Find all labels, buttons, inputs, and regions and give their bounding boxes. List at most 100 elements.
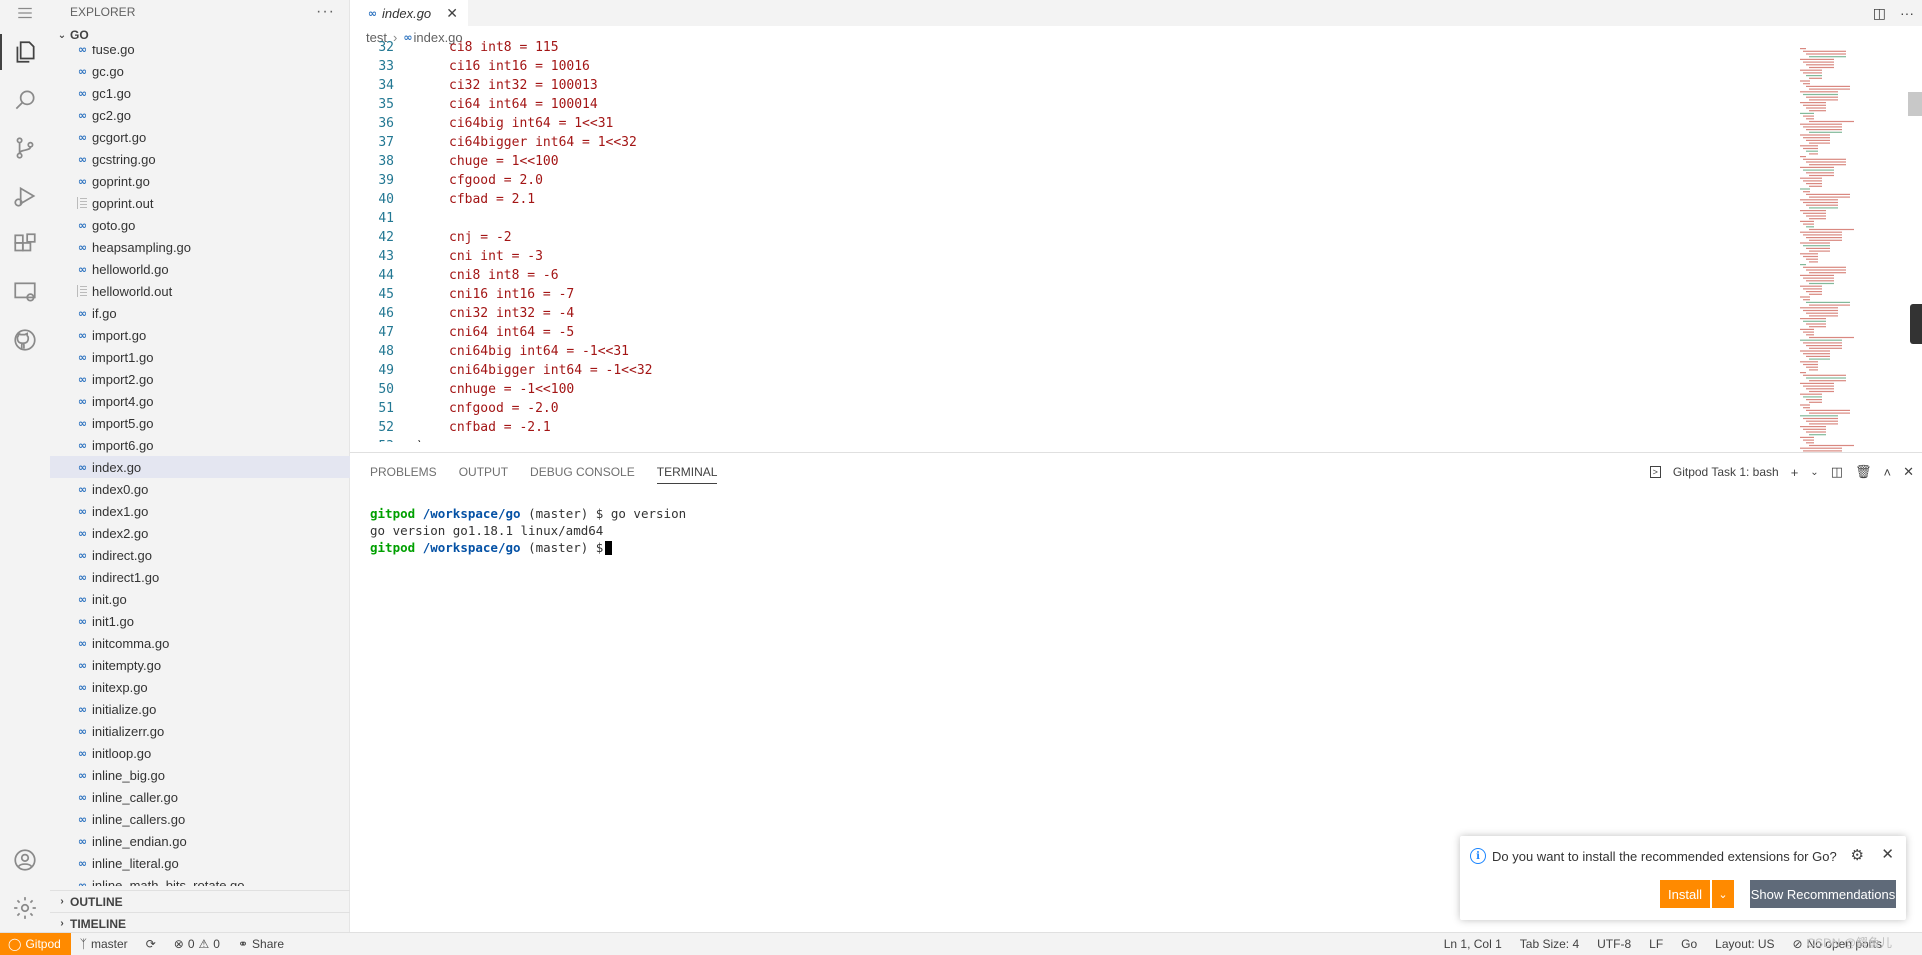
account-icon[interactable] bbox=[0, 836, 50, 884]
file-item[interactable]: ∞ initempty.go bbox=[50, 654, 350, 676]
trash-icon[interactable]: 🗑 bbox=[1855, 464, 1872, 480]
chevron-down-icon[interactable]: ⌄ bbox=[1810, 467, 1818, 478]
file-item[interactable]: ∞ index0.go bbox=[50, 478, 350, 500]
file-item[interactable]: ∞ import5.go bbox=[50, 412, 350, 434]
file-item[interactable]: ∞ gcgort.go bbox=[50, 126, 350, 148]
file-item[interactable]: ∞ initialize.go bbox=[50, 698, 350, 720]
file-item[interactable]: ∞ gc1.go bbox=[50, 82, 350, 104]
settings-gear-icon[interactable] bbox=[0, 884, 50, 932]
file-item[interactable]: ∞ inline_caller.go bbox=[50, 786, 350, 808]
editor-scrollbar[interactable] bbox=[1908, 48, 1922, 452]
close-tab-icon[interactable]: ✕ bbox=[446, 5, 458, 22]
more-actions-icon[interactable]: ··· bbox=[316, 3, 335, 21]
file-item[interactable]: ∞ goto.go bbox=[50, 214, 350, 236]
end-of-line[interactable]: LF bbox=[1640, 937, 1672, 951]
go-file-icon: ∞ bbox=[77, 130, 87, 144]
file-item[interactable]: ∞ gc.go bbox=[50, 60, 350, 82]
timeline-section-header[interactable]: › TIMELINE bbox=[50, 912, 350, 934]
file-item[interactable]: ∞ import4.go bbox=[50, 390, 350, 412]
side-panel-handle[interactable] bbox=[1910, 304, 1922, 344]
terminal[interactable]: gitpod /workspace/go (master) $ go versi… bbox=[370, 505, 686, 556]
file-item[interactable]: ∞ gcstring.go bbox=[50, 148, 350, 170]
go-file-icon: ∞ bbox=[77, 108, 87, 122]
minimap-line bbox=[1809, 174, 1834, 177]
tab-debug-console[interactable]: DEBUG CONSOLE bbox=[530, 461, 635, 483]
language-mode[interactable]: Go bbox=[1672, 937, 1706, 951]
scrollbar-thumb[interactable] bbox=[1908, 92, 1922, 116]
file-item[interactable]: ∞ initloop.go bbox=[50, 742, 350, 764]
file-item[interactable]: ∞ inline_literal.go bbox=[50, 852, 350, 874]
keyboard-layout[interactable]: Layout: US bbox=[1706, 937, 1783, 951]
gitpod-button[interactable]: ◯ Gitpod bbox=[0, 932, 71, 955]
code-editor[interactable]: 32 ci8 int8 = 115 33 ci16 int16 = 10016 34 ci… bbox=[350, 38, 1770, 442]
minimap[interactable] bbox=[1790, 48, 1900, 452]
file-item[interactable]: ∞ index2.go bbox=[50, 522, 350, 544]
tab-terminal[interactable]: TERMINAL bbox=[656, 461, 718, 484]
share-item[interactable]: ⚭ Share bbox=[229, 937, 293, 951]
search-icon[interactable] bbox=[0, 76, 50, 124]
new-terminal-icon[interactable]: + bbox=[1791, 465, 1799, 480]
file-item[interactable]: ∞ inline_math_bits_rotate.go bbox=[50, 874, 350, 887]
file-item[interactable]: goprint.out bbox=[50, 192, 350, 214]
more-actions-icon[interactable]: ··· bbox=[1900, 5, 1914, 21]
sync-button[interactable]: ⟳ bbox=[137, 937, 165, 951]
outline-section-header[interactable]: › OUTLINE bbox=[50, 890, 350, 912]
file-item[interactable]: helloworld.out bbox=[50, 280, 350, 302]
file-item[interactable]: ∞ goprint.go bbox=[50, 170, 350, 192]
terminal-name[interactable]: Gitpod Task 1: bash bbox=[1673, 465, 1779, 479]
file-item[interactable]: ∞ fuse.go bbox=[50, 46, 350, 60]
install-button[interactable]: Install bbox=[1660, 880, 1710, 908]
file-item[interactable]: ∞ indirect1.go bbox=[50, 566, 350, 588]
file-item[interactable]: ∞ import.go bbox=[50, 324, 350, 346]
run-debug-icon[interactable] bbox=[0, 172, 50, 220]
problems-item[interactable]: ⊗ 0 ⚠ 0 bbox=[165, 937, 229, 951]
terminal-user: gitpod bbox=[370, 540, 416, 555]
show-recommendations-button[interactable]: Show Recommendations bbox=[1750, 880, 1896, 908]
close-panel-icon[interactable]: ✕ bbox=[1903, 464, 1914, 480]
file-item[interactable]: ∞ initexp.go bbox=[50, 676, 350, 698]
text-file-icon bbox=[74, 195, 90, 211]
file-item[interactable]: ∞ initializerr.go bbox=[50, 720, 350, 742]
explorer-icon[interactable] bbox=[0, 28, 50, 76]
github-icon[interactable] bbox=[0, 316, 50, 364]
file-item[interactable]: ∞ index.go bbox=[50, 456, 350, 478]
file-item[interactable]: ∞ initcomma.go bbox=[50, 632, 350, 654]
file-item[interactable]: ∞ gc2.go bbox=[50, 104, 350, 126]
encoding[interactable]: UTF-8 bbox=[1588, 937, 1640, 951]
file-item[interactable]: ∞ index1.go bbox=[50, 500, 350, 522]
gear-icon[interactable]: ⚙ bbox=[1851, 846, 1864, 864]
tab-output[interactable]: OUTPUT bbox=[459, 461, 508, 483]
maximize-panel-icon[interactable]: ˄ bbox=[1884, 465, 1892, 480]
remote-explorer-icon[interactable] bbox=[0, 268, 50, 316]
extensions-icon[interactable] bbox=[0, 220, 50, 268]
file-item[interactable]: ∞ inline_big.go bbox=[50, 764, 350, 786]
split-editor-icon[interactable]: ◫ bbox=[1873, 5, 1886, 22]
close-icon[interactable]: ✕ bbox=[1881, 845, 1894, 863]
line-number: 47 bbox=[378, 325, 394, 340]
file-item[interactable]: ∞ helloworld.go bbox=[50, 258, 350, 280]
terminal-line: gitpod /workspace/go (master) $ bbox=[370, 539, 686, 556]
source-control-icon[interactable] bbox=[0, 124, 50, 172]
sync-icon: ⟳ bbox=[145, 937, 156, 951]
file-item[interactable]: ∞ import2.go bbox=[50, 368, 350, 390]
cursor-position[interactable]: Ln 1, Col 1 bbox=[1435, 937, 1511, 951]
tab-problems[interactable]: PROBLEMS bbox=[370, 461, 437, 483]
file-item[interactable]: ∞ if.go bbox=[50, 302, 350, 324]
ide-window: EXPLORER ··· ⌄ GO ∞ fuse.go ∞ gc.go ∞ gc1.go ∞… bbox=[0, 0, 1922, 955]
file-item[interactable]: ∞ import6.go bbox=[50, 434, 350, 456]
file-item[interactable]: ∞ init1.go bbox=[50, 610, 350, 632]
file-item[interactable]: ∞ inline_endian.go bbox=[50, 830, 350, 852]
install-dropdown-chevron-icon[interactable]: ⌄ bbox=[1712, 880, 1734, 908]
file-item[interactable]: ∞ indirect.go bbox=[50, 544, 350, 566]
file-item[interactable]: ∞ heapsampling.go bbox=[50, 236, 350, 258]
file-item[interactable]: ∞ import1.go bbox=[50, 346, 350, 368]
folder-header[interactable]: ⌄ GO bbox=[50, 24, 349, 46]
split-terminal-icon[interactable]: ◫ bbox=[1831, 464, 1843, 480]
branch-item[interactable]: ᛉ master bbox=[71, 937, 137, 951]
menu-icon[interactable] bbox=[0, 0, 50, 26]
tab-index-go[interactable]: ∞ index.go ✕ bbox=[350, 0, 468, 26]
file-item[interactable]: ∞ inline_callers.go bbox=[50, 808, 350, 830]
file-item[interactable]: ∞ init.go bbox=[50, 588, 350, 610]
file-name: goprint.go bbox=[92, 173, 150, 189]
tab-size[interactable]: Tab Size: 4 bbox=[1511, 937, 1588, 951]
